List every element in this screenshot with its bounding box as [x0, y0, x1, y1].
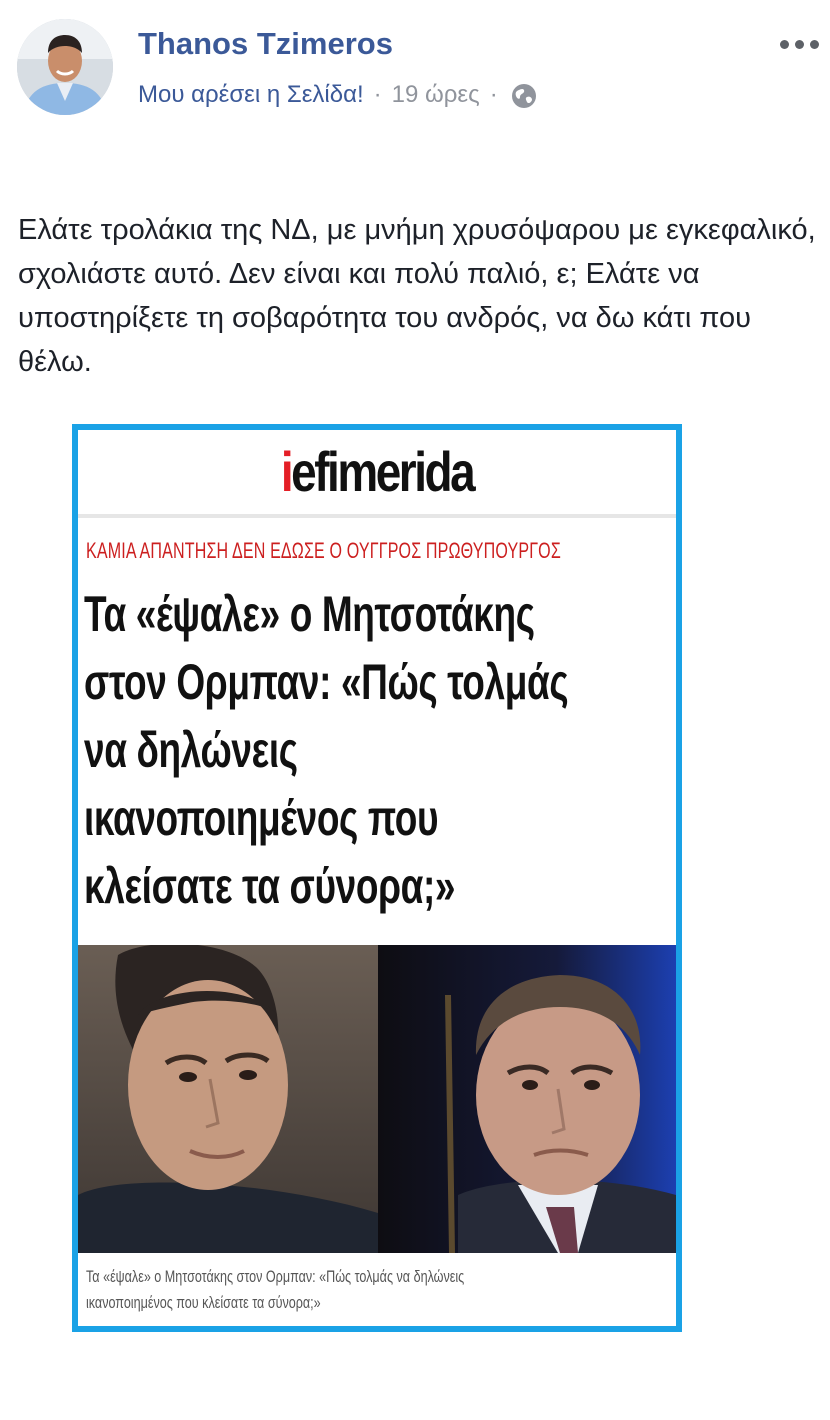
headline-line: ικανοποιημένος που	[84, 790, 439, 846]
post-text: Ελάτε τρολάκια της ΝΔ, με μνήμη χρυσόψαρ…	[18, 214, 816, 378]
headline-line: Τα «έψαλε» ο Μητσοτάκης	[84, 586, 535, 642]
caption-line: Τα «έψαλε» ο Μητσοτάκης στον Ορμπαν: «Πώ…	[86, 1267, 465, 1286]
logo-wordmark: efimerida	[291, 440, 476, 503]
more-dot	[810, 40, 819, 49]
post-meta: Μου αρέσει η Σελίδα! · 19 ώρες ·	[138, 81, 538, 109]
article-kicker: ΚΑΜΙΑ ΑΠΑΝΤΗΣΗ ΔΕΝ ΕΔΩΣΕ Ο ΟΥΓΓΡΟΣ ΠΡΩΘΥ…	[86, 538, 561, 563]
more-options-icon[interactable]	[778, 36, 822, 52]
headline-line: στον Ορμπαν: «Πώς τολμάς	[84, 654, 569, 710]
article-headline: Τα «έψαλε» ο Μητσοτάκης στον Ορμπαν: «Πώ…	[84, 580, 669, 920]
globe-icon[interactable]	[510, 82, 538, 110]
headline-line: κλείσατε τα σύνορα;»	[84, 858, 456, 914]
profile-avatar[interactable]	[17, 19, 113, 115]
headline-line: να δηλώνεις	[84, 722, 298, 778]
more-dot	[780, 40, 789, 49]
meta-separator: ·	[373, 81, 382, 108]
avatar-image	[17, 19, 113, 115]
meta-separator: ·	[489, 81, 498, 108]
more-dot	[795, 40, 804, 49]
author-name-link[interactable]: Thanos Tzimeros	[138, 26, 393, 62]
caption-line: ικανοποιημένος που κλείσατε τα σύνορα;»	[86, 1293, 321, 1312]
article-photo	[78, 945, 676, 1253]
logo-divider	[78, 514, 676, 518]
shared-image[interactable]: iefimerida ΚΑΜΙΑ ΑΠΑΝΤΗΣΗ ΔΕΝ ΕΔΩΣΕ Ο ΟΥ…	[72, 424, 682, 1332]
post-timestamp[interactable]: 19 ώρες	[392, 81, 480, 109]
newspaper-logo: iefimerida	[132, 430, 622, 514]
like-page-link[interactable]: Μου αρέσει η Σελίδα!	[138, 81, 364, 109]
logo-accent-letter: i	[280, 440, 294, 503]
photo-caption: Τα «έψαλε» ο Μητσοτάκης στον Ορμπαν: «Πώ…	[86, 1264, 663, 1316]
